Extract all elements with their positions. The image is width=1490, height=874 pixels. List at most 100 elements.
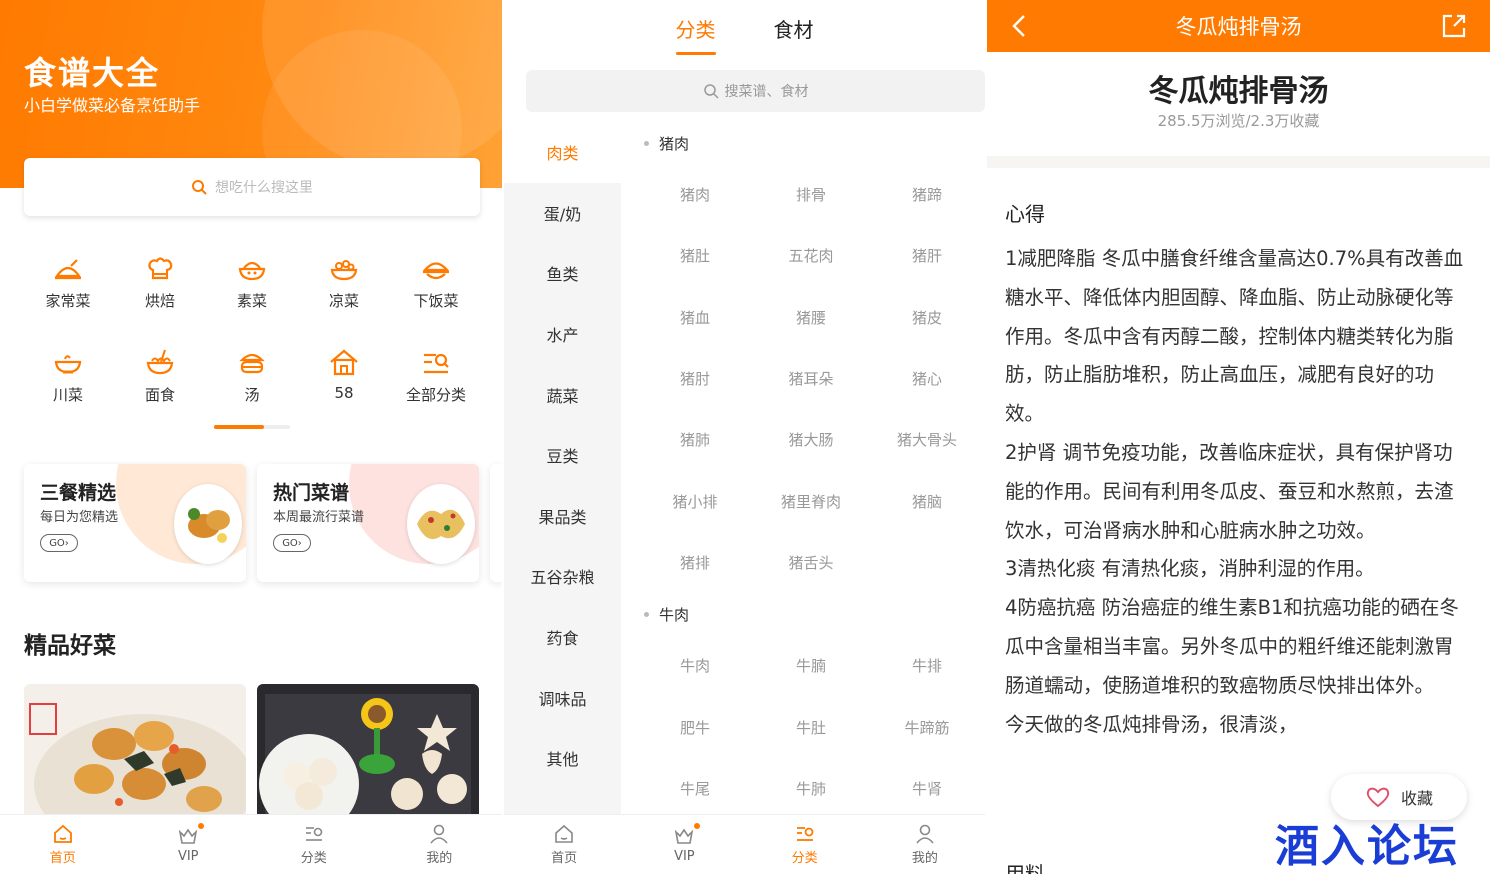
ingredient-item[interactable]: 牛肺 xyxy=(753,758,869,814)
category-baking[interactable]: 烘焙 xyxy=(114,252,206,326)
bottom-tab-bar: 首页 VIP 分类 我的 xyxy=(0,814,502,874)
vip-crown-icon xyxy=(675,828,694,844)
tab-classification[interactable]: 分类 xyxy=(675,0,716,58)
ingredient-item[interactable]: 猪耳朵 xyxy=(753,348,869,409)
tab-category[interactable]: 分类 xyxy=(745,815,865,874)
sidebar-item[interactable]: 肉类 xyxy=(504,122,621,183)
sidebar-item[interactable]: 蛋/奶 xyxy=(504,183,621,244)
ingredients-heading: 用料 xyxy=(1005,862,1045,874)
category-all[interactable]: 全部分类 xyxy=(390,346,482,420)
rice-dish-icon xyxy=(422,262,450,280)
favorite-label: 收藏 xyxy=(1400,789,1433,808)
sidebar-item[interactable]: 药食 xyxy=(504,607,621,668)
ingredient-item[interactable]: 排骨 xyxy=(753,164,869,225)
category-58[interactable]: 58 xyxy=(298,346,390,420)
ingredient-item[interactable]: 牛肚 xyxy=(753,696,869,757)
vip-crown-icon xyxy=(179,828,198,844)
recipe-photo[interactable] xyxy=(257,684,479,824)
tip-paragraph: 今天做的冬瓜炖排骨汤，很清淡， xyxy=(1005,712,1298,736)
ingredient-item[interactable]: 猪大骨头 xyxy=(869,409,985,470)
tab-profile[interactable]: 我的 xyxy=(377,815,503,874)
sidebar-item[interactable]: 五谷杂粮 xyxy=(504,546,621,607)
ingredient-item[interactable]: 猪肉 xyxy=(637,164,753,225)
ingredient-item[interactable]: 猪脑 xyxy=(869,470,985,531)
tips-body: 1减肥降脂 冬瓜中膳食纤维含量高达0.7%具有改善血糖水平、降低体内胆固醇、降血… xyxy=(1005,240,1467,744)
category-label: 全部分类 xyxy=(405,386,466,404)
search-icon xyxy=(703,84,719,99)
back-arrow-icon[interactable] xyxy=(1009,13,1031,39)
ingredient-item[interactable]: 牛肉 xyxy=(637,635,753,696)
ingredient-item[interactable]: 牛腩 xyxy=(753,635,869,696)
share-icon[interactable] xyxy=(1440,12,1468,40)
ingredient-item[interactable]: 牛尾 xyxy=(637,758,753,814)
ingredient-item[interactable]: 猪皮 xyxy=(869,287,985,348)
category-cold-dish[interactable]: 凉菜 xyxy=(298,252,390,326)
ingredient-item[interactable]: 五花肉 xyxy=(753,225,869,286)
category-rice-dish[interactable]: 下饭菜 xyxy=(390,252,482,326)
profile-icon xyxy=(916,824,934,844)
tab-home[interactable]: 首页 xyxy=(0,815,126,874)
ingredient-item[interactable]: 猪肘 xyxy=(637,348,753,409)
ingredient-item[interactable]: 肥牛 xyxy=(637,696,753,757)
ingredient-item[interactable]: 猪蹄 xyxy=(869,164,985,225)
promo-title: 热门菜谱 xyxy=(273,482,350,504)
tab-category[interactable]: 分类 xyxy=(251,815,377,874)
ingredient-item[interactable]: 牛肾 xyxy=(869,758,985,814)
category-content: 猪肉 猪肉 排骨 猪蹄 猪肚 五花肉 猪肝 猪血 猪腰 猪皮 猪肘 猪耳朵 猪心 猪肺 猪大肠 猪大骨头 猪小排… xyxy=(621,122,985,814)
tab-label: VIP xyxy=(177,849,199,864)
home-cooking-icon xyxy=(54,259,82,280)
category-noodles[interactable]: 面食 xyxy=(114,346,206,420)
home-search-bar[interactable]: 想吃什么搜这里 xyxy=(24,158,480,216)
sidebar-item[interactable]: 其他 xyxy=(504,728,621,789)
promo-go-button[interactable]: GO› xyxy=(40,534,78,552)
ingredient-item[interactable]: 牛排 xyxy=(869,635,985,696)
sidebar-item[interactable]: 调味品 xyxy=(504,667,621,728)
sidebar-item[interactable]: 果品类 xyxy=(504,486,621,547)
sidebar-item[interactable]: 鱼类 xyxy=(504,243,621,304)
tip-paragraph: 2护肾 调节免疫功能，改善临床症状，具有保护肾功能的作用。民间有利用冬瓜皮、蚕豆… xyxy=(1005,440,1454,542)
promo-subtitle: 每日为您精选 xyxy=(40,510,119,525)
recipe-photo[interactable] xyxy=(24,684,246,824)
promo-card-popular[interactable]: 热门菜谱 本周最流行菜谱 GO› xyxy=(257,464,479,582)
ingredient-item[interactable]: 猪排 xyxy=(637,532,753,593)
category-label: 面食 xyxy=(144,386,175,404)
tab-profile[interactable]: 我的 xyxy=(865,815,985,874)
sidebar-item[interactable]: 水产 xyxy=(504,304,621,365)
tab-vip[interactable]: VIP xyxy=(126,815,252,874)
tab-home[interactable]: 首页 xyxy=(504,815,624,874)
sidebar-item[interactable]: 豆类 xyxy=(504,425,621,486)
ingredient-item[interactable]: 猪肚 xyxy=(637,225,753,286)
promo-go-button[interactable]: GO› xyxy=(273,534,311,552)
ingredient-item[interactable]: 猪腰 xyxy=(753,287,869,348)
recipe-detail-screen: 冬瓜炖排骨汤 冬瓜炖排骨汤 285.5万浏览/2.3万收藏 心得 1减肥降脂 冬… xyxy=(987,0,1490,874)
veggie-bowl-icon xyxy=(238,261,266,281)
ingredient-item[interactable]: 猪小排 xyxy=(637,470,753,531)
category-home-cooking[interactable]: 家常菜 xyxy=(22,252,114,326)
category-search-bar[interactable]: 搜菜谱、食材 xyxy=(526,70,985,112)
ingredient-item[interactable]: 牛蹄筋 xyxy=(869,696,985,757)
ingredient-item[interactable]: 猪大肠 xyxy=(753,409,869,470)
promo-card-meals[interactable]: 三餐精选 每日为您精选 GO› xyxy=(24,464,246,582)
tab-label: 首页 xyxy=(551,851,578,866)
tab-vip[interactable]: VIP xyxy=(624,815,744,874)
ingredient-item[interactable]: 猪里脊肉 xyxy=(753,470,869,531)
ingredient-item[interactable]: 猪肝 xyxy=(869,225,985,286)
ingredient-item[interactable]: 猪舌头 xyxy=(753,532,869,593)
noodle-icon xyxy=(146,349,174,375)
category-grid: 家常菜 烘焙 素菜 凉菜 下饭菜 川菜 面食 汤 58 全部分类 xyxy=(22,252,482,420)
category-list-icon xyxy=(796,827,814,841)
sidebar-item[interactable]: 蔬菜 xyxy=(504,364,621,425)
category-vegetarian[interactable]: 素菜 xyxy=(206,252,298,326)
category-label: 汤 xyxy=(244,386,260,404)
promo-subtitle: 本周最流行菜谱 xyxy=(273,510,365,525)
promo-title: 三餐精选 xyxy=(40,482,117,504)
category-soup[interactable]: 汤 xyxy=(206,346,298,420)
house-icon xyxy=(330,349,358,376)
category-label: 58 xyxy=(334,384,354,402)
tab-ingredients[interactable]: 食材 xyxy=(774,0,814,58)
ingredient-item[interactable]: 猪血 xyxy=(637,287,753,348)
ingredient-item[interactable]: 猪肺 xyxy=(637,409,753,470)
category-sichuan[interactable]: 川菜 xyxy=(22,346,114,420)
ingredient-item[interactable]: 猪心 xyxy=(869,348,985,409)
dish-image xyxy=(407,484,475,564)
